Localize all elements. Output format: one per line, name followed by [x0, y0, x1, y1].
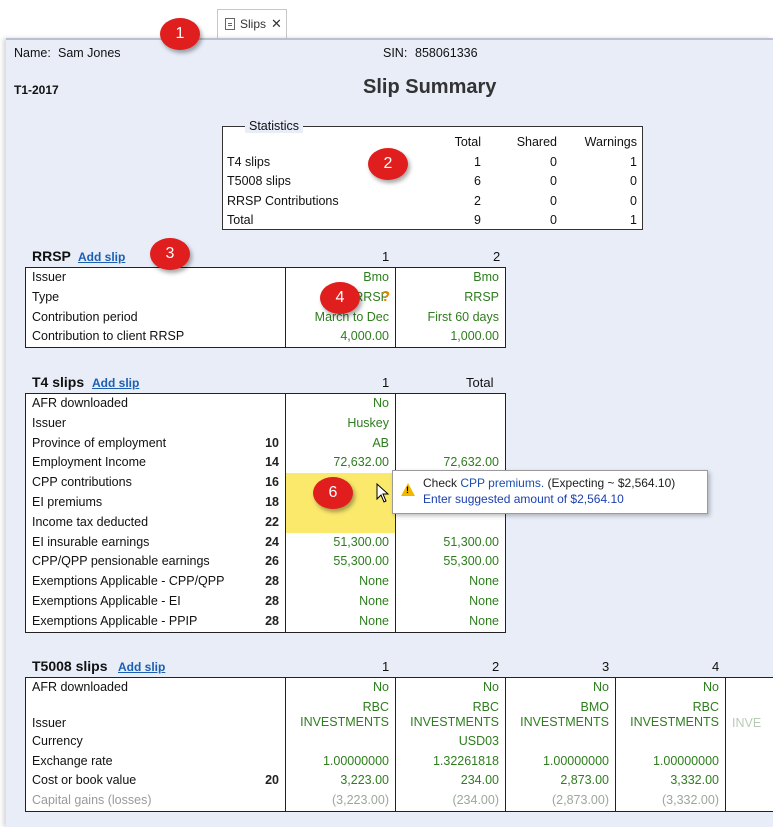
- table-row: Cost or book value203,223.00234.002,873.…: [26, 771, 773, 791]
- stats-col-total: Total: [387, 133, 481, 153]
- name-label: Name:: [14, 46, 51, 60]
- return-year: T1-2017: [14, 83, 59, 97]
- callout-marker: 6: [313, 477, 353, 509]
- t5008-table: AFR downloadedNoNoNoNo IssuerRBC INVESTM…: [25, 677, 773, 812]
- t4-title: T4 slips: [32, 374, 84, 390]
- callout-marker: 3: [150, 238, 190, 270]
- table-row: CurrencyUSD03: [26, 732, 773, 752]
- table-row: Exemptions Applicable - CPP/QPP28NoneNon…: [26, 572, 506, 592]
- table-row: IssuerRBC INVESTMENTSRBC INVESTMENTSBMO …: [26, 698, 773, 732]
- t4-add-slip-link[interactable]: Add slip: [92, 376, 139, 390]
- table-row: Contribution periodMarch to DecFirst 60 …: [26, 308, 506, 328]
- tab-label: Slips: [240, 17, 266, 31]
- table-row: CPP/QPP pensionable earnings2655,300.005…: [26, 552, 506, 572]
- t5008-col-2: 2: [492, 659, 499, 674]
- sin-value: 858061336: [415, 46, 478, 60]
- callout-marker: 1: [160, 18, 200, 50]
- income-tax-input[interactable]: [286, 513, 396, 533]
- close-icon[interactable]: ✕: [271, 16, 282, 32]
- page-title: Slip Summary: [363, 76, 496, 99]
- table-row: Exemptions Applicable - EI28NoneNone: [26, 592, 506, 612]
- t5008-add-slip-link[interactable]: Add slip: [118, 660, 165, 674]
- name-value: Sam Jones: [58, 46, 121, 60]
- stats-col-shared: Shared: [481, 133, 557, 153]
- t5008-col-4: 4: [712, 659, 719, 674]
- tooltip-suffix: (Expecting ~ $2,564.10): [548, 476, 676, 490]
- warning-icon: [401, 483, 415, 496]
- t5008-col-1: 1: [382, 659, 389, 674]
- enter-suggested-amount-link[interactable]: Enter suggested amount of $2,564.10: [423, 492, 624, 506]
- table-row: Province of employment10AB: [26, 434, 506, 454]
- statistics-table: TotalSharedWarnings T4 slips101 T5008 sl…: [227, 133, 637, 231]
- table-row: Exchange rate1.000000001.322618181.00000…: [26, 752, 773, 772]
- t4-col-total: Total: [466, 375, 493, 390]
- mouse-cursor-icon: [376, 483, 390, 503]
- t5008-title: T5008 slips: [32, 658, 108, 674]
- statistics-box: Statistics TotalSharedWarnings T4 slips1…: [222, 126, 643, 230]
- question-icon[interactable]: ?: [381, 288, 390, 305]
- rrsp-title: RRSP: [32, 248, 71, 264]
- tab-slips[interactable]: Slips ✕: [217, 9, 287, 38]
- sin-label: SIN:: [383, 46, 407, 60]
- tooltip-prefix: Check: [423, 476, 457, 490]
- stats-row: Total901: [227, 211, 637, 231]
- table-row: Income tax deducted22: [26, 513, 506, 533]
- t5008-col-3: 3: [602, 659, 609, 674]
- statistics-legend: Statistics: [245, 119, 303, 133]
- table-row: IssuerHuskey: [26, 414, 506, 434]
- table-row: AFR downloadedNo: [26, 394, 506, 414]
- table-row: TypeRRSPRRSP: [26, 288, 506, 308]
- callout-marker: 2: [368, 148, 408, 180]
- stats-row: T4 slips101: [227, 153, 637, 173]
- table-row: Contribution to client RRSP4,000.001,000…: [26, 327, 506, 347]
- table-row: IssuerBmoBmo: [26, 268, 506, 288]
- table-row: AFR downloadedNoNoNoNo: [26, 678, 773, 698]
- t4-col-1: 1: [382, 375, 389, 390]
- cpp-premiums-link[interactable]: CPP premiums.: [460, 476, 544, 490]
- stats-col-warnings: Warnings: [557, 133, 637, 153]
- rrsp-table: IssuerBmoBmo TypeRRSPRRSP Contribution p…: [25, 267, 506, 348]
- stats-row: T5008 slips600: [227, 172, 637, 192]
- table-row: EI insurable earnings2451,300.0051,300.0…: [26, 533, 506, 553]
- callout-marker: 4: [320, 282, 360, 314]
- table-row: Capital gains (losses)(3,223.00)(234.00)…: [26, 791, 773, 811]
- rrsp-add-slip-link[interactable]: Add slip: [78, 250, 125, 264]
- stats-row: RRSP Contributions200: [227, 192, 637, 212]
- cpp-warning-tooltip: Check CPP premiums. (Expecting ~ $2,564.…: [392, 470, 708, 514]
- document-icon: [225, 18, 235, 30]
- rrsp-col-2: 2: [493, 249, 500, 264]
- table-row: Exemptions Applicable - PPIP28NoneNone: [26, 612, 506, 632]
- rrsp-col-1: 1: [382, 249, 389, 264]
